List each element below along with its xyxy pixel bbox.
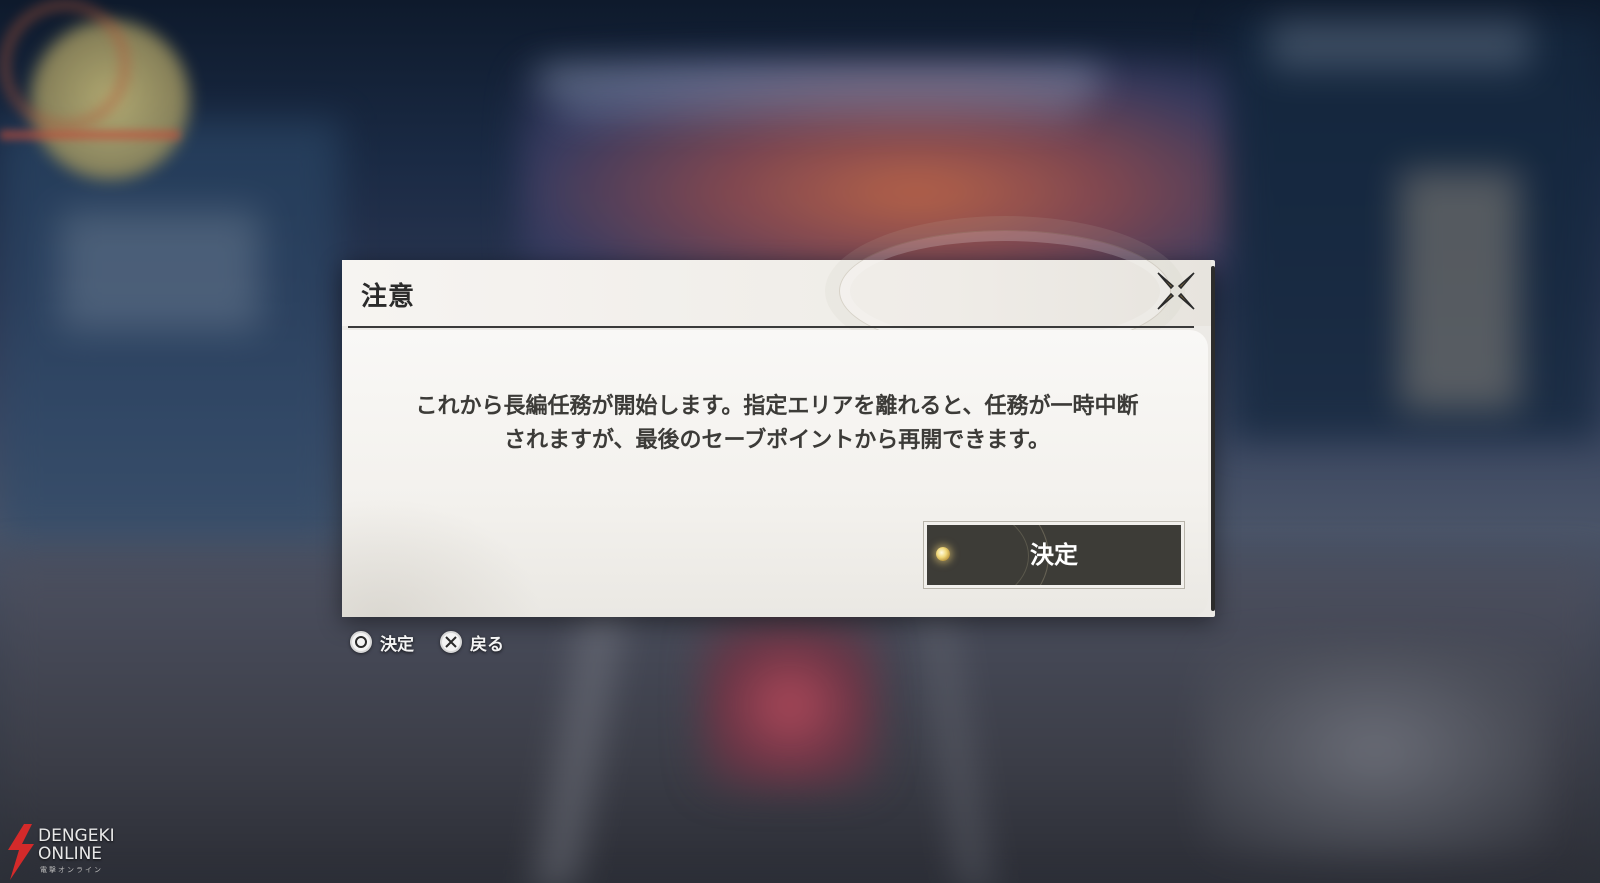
hint-confirm-label: 決定 — [380, 634, 414, 655]
notice-dialog: 注意 これから長編任務が開始します。指定エリアを離れると、任務が一時中断 されま… — [342, 230, 1215, 617]
background-light-strip — [540, 70, 1100, 88]
background-building — [0, 120, 340, 540]
dialog-edge — [1211, 266, 1215, 611]
quest-tracker-blurred — [60, 210, 260, 330]
dialog-title: 注意 — [361, 282, 416, 312]
watermark-line-1: DENGEKI — [38, 826, 115, 846]
hint-back[interactable]: 戻る — [440, 630, 504, 655]
header-divider — [348, 326, 1194, 328]
cross-button-icon — [440, 631, 462, 653]
hint-back-label: 戻る — [470, 634, 504, 655]
confirm-button-label: 決定 — [1030, 541, 1078, 569]
player-character-blurred — [700, 620, 880, 790]
watermark-line-2: ONLINE — [38, 844, 103, 864]
close-button[interactable] — [1153, 268, 1199, 314]
message-line-2: されますが、最後のセーブポイントから再開できます。 — [503, 428, 1051, 453]
controller-hints: 決定 戻る — [350, 628, 504, 656]
confirm-button[interactable]: 決定 — [924, 522, 1184, 588]
hint-confirm[interactable]: 決定 — [350, 630, 414, 655]
top-menu-icons-blurred — [1270, 20, 1530, 70]
skill-buttons-blurred — [1200, 640, 1550, 860]
party-panel-blurred — [1400, 170, 1520, 410]
dengeki-online-watermark: DENGEKI ONLINE 電撃オンライン — [4, 824, 134, 880]
background-light-strip — [560, 102, 1080, 114]
paper-texture — [342, 497, 542, 617]
lightning-logo-icon — [8, 824, 34, 880]
dialog-message: これから長編任務が開始します。指定エリアを離れると、任務が一時中断 されますが、… — [362, 390, 1192, 458]
hp-bar-blurred — [0, 130, 180, 140]
close-x-icon — [1157, 272, 1195, 310]
sky-sunset-glow — [520, 60, 1240, 280]
ultimate-ring-blurred — [0, 0, 130, 130]
watermark-line-3: 電撃オンライン — [40, 866, 103, 874]
circle-button-icon — [350, 631, 372, 653]
message-line-1: これから長編任務が開始します。指定エリアを離れると、任務が一時中断 — [415, 394, 1139, 419]
dialog-header: 注意 — [342, 230, 1211, 352]
